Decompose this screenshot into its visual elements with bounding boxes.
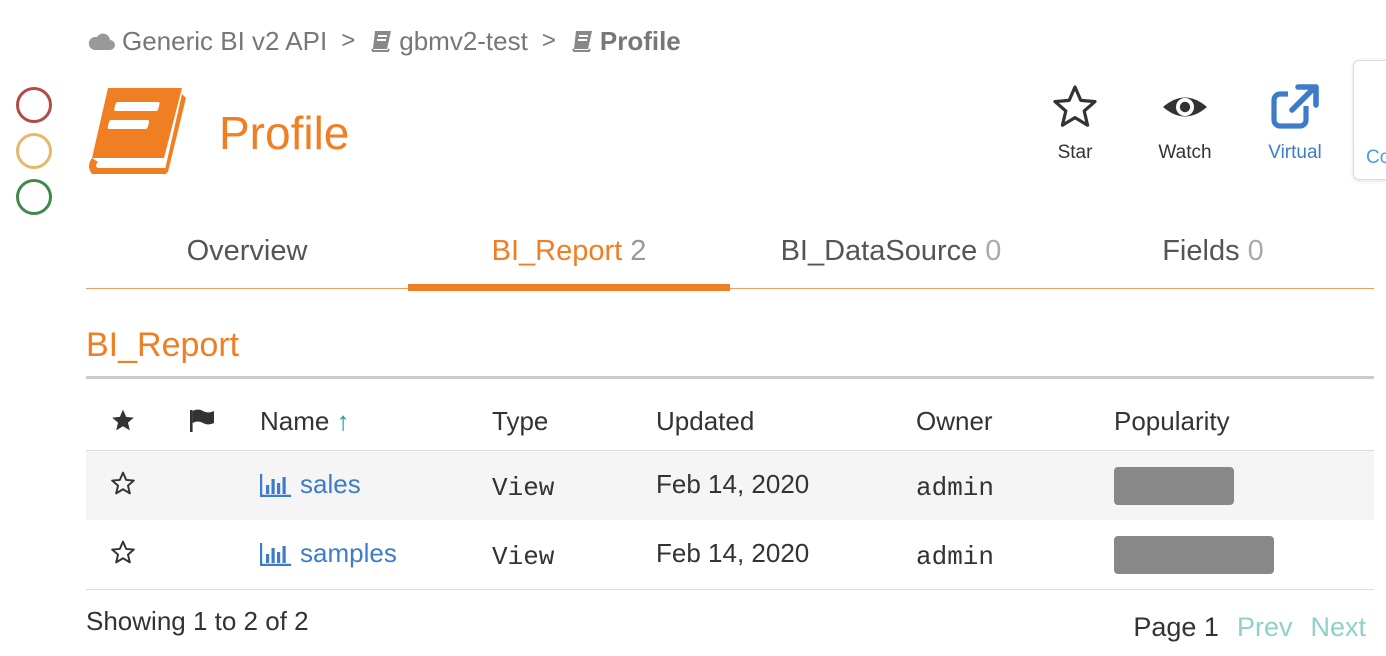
breadcrumb-item-api[interactable]: Generic BI v2 API — [122, 26, 327, 57]
popularity-bar — [1114, 467, 1234, 505]
column-header-label: Name — [260, 406, 330, 436]
tab-label: Overview — [186, 235, 308, 267]
star-button[interactable]: Star — [1030, 84, 1120, 164]
report-link[interactable]: sales — [260, 469, 361, 500]
report-name: samples — [300, 538, 397, 568]
tab-overview[interactable]: Overview — [86, 226, 408, 288]
page-indicator: Page 1 — [1133, 612, 1219, 642]
flag-icon — [190, 409, 214, 432]
bar-chart-icon — [260, 542, 291, 566]
report-link[interactable]: samples — [260, 538, 397, 569]
owner-cell: admin — [916, 473, 995, 503]
side-panel-label: Co — [1366, 147, 1386, 168]
star-toggle[interactable] — [110, 540, 136, 572]
breadcrumb-item-dataset[interactable]: gbmv2-test — [399, 26, 528, 57]
column-header-star[interactable] — [110, 408, 136, 440]
column-header-name[interactable]: Name ↑ — [260, 406, 350, 437]
tab-count: 0 — [985, 235, 1002, 267]
type-cell: View — [492, 473, 555, 503]
tab-bi-report[interactable]: BI_Report 2 — [408, 226, 730, 288]
book-icon — [369, 29, 393, 53]
star-toggle[interactable] — [110, 471, 136, 503]
column-header-popularity[interactable]: Popularity — [1114, 406, 1230, 437]
external-link-icon — [1271, 84, 1319, 129]
watch-label: Watch — [1158, 142, 1212, 163]
tab-label: Fields — [1162, 235, 1240, 267]
star-label: Star — [1057, 142, 1093, 163]
breadcrumb: Generic BI v2 API > gbmv2-test > Profile — [86, 22, 681, 60]
minimize-window-button[interactable] — [16, 133, 52, 169]
close-window-button[interactable] — [16, 87, 52, 123]
tab-count: 0 — [1247, 235, 1264, 267]
type-cell: View — [492, 542, 555, 572]
virtual-label: Virtual — [1268, 142, 1322, 163]
column-header-flag[interactable] — [188, 408, 216, 440]
book-icon — [570, 29, 594, 53]
column-header-owner[interactable]: Owner — [916, 406, 993, 437]
breadcrumb-separator: > — [541, 27, 556, 54]
tab-label: BI_DataSource — [780, 235, 978, 267]
page-title: Profile — [219, 107, 350, 159]
prev-page-button[interactable]: Prev — [1237, 612, 1293, 643]
tab-count: 2 — [630, 235, 647, 267]
tab-fields[interactable]: Fields 0 — [1052, 226, 1374, 288]
bar-chart-icon — [260, 473, 291, 497]
tab-label: BI_Report — [491, 235, 623, 267]
updated-cell: Feb 14, 2020 — [656, 538, 810, 568]
breadcrumb-separator: > — [341, 27, 356, 54]
table-row: samples View Feb 14, 2020 admin — [86, 520, 1374, 590]
cloud-icon — [86, 30, 116, 52]
popularity-bar — [1114, 536, 1274, 574]
breadcrumb-item-current: Profile — [599, 25, 681, 56]
tab-bar: Overview BI_Report 2 BI_DataSource 0 Fie… — [86, 226, 1374, 289]
owner-cell: admin — [916, 542, 995, 572]
pagination: Page 1 Prev Next — [1133, 612, 1366, 643]
column-header-type[interactable]: Type — [492, 406, 548, 437]
table-row: sales View Feb 14, 2020 admin — [86, 450, 1374, 521]
updated-cell: Feb 14, 2020 — [656, 469, 810, 499]
star-outline-icon — [111, 471, 135, 495]
maximize-window-button[interactable] — [16, 179, 52, 215]
tab-bi-datasource[interactable]: BI_DataSource 0 — [730, 226, 1052, 288]
section-divider — [86, 376, 1374, 379]
virtual-button[interactable]: Virtual — [1250, 84, 1340, 164]
report-name: sales — [300, 469, 361, 499]
book-icon — [86, 86, 186, 183]
side-panel-button[interactable]: Co — [1353, 60, 1386, 180]
star-outline-icon — [111, 540, 135, 564]
watch-button[interactable]: Watch — [1140, 84, 1230, 164]
active-tab-indicator — [408, 284, 730, 291]
pagination-summary: Showing 1 to 2 of 2 — [86, 606, 309, 636]
next-page-button[interactable]: Next — [1310, 612, 1366, 643]
section-title: BI_Report — [86, 326, 240, 364]
sort-ascending-icon: ↑ — [336, 406, 350, 436]
eye-icon — [1163, 97, 1207, 117]
star-outline-icon — [1053, 85, 1097, 127]
column-header-updated[interactable]: Updated — [656, 406, 754, 437]
star-filled-icon — [112, 409, 134, 431]
